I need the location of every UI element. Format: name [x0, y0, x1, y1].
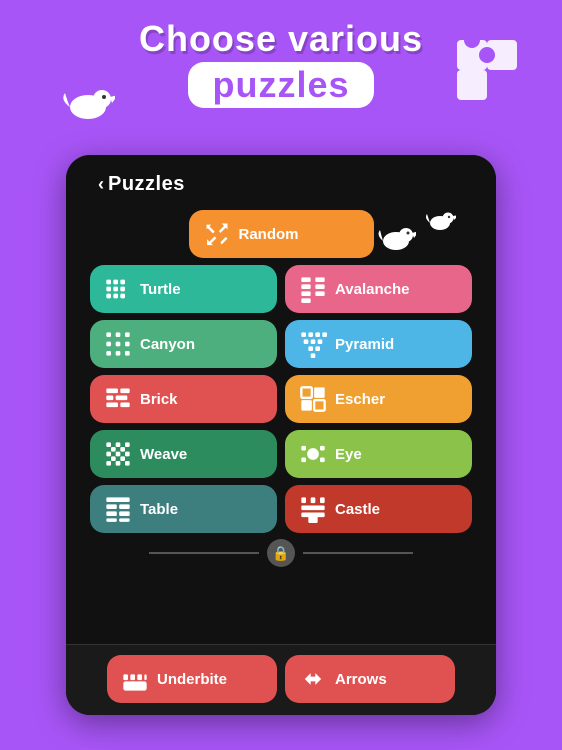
- puzzle-btn-pyramid[interactable]: Pyramid: [285, 320, 472, 368]
- puzzle-btn-underbite[interactable]: Underbite: [107, 655, 277, 703]
- pyramid-label: Pyramid: [335, 336, 394, 353]
- puzzle-row-5: Table Castle: [90, 485, 472, 533]
- random-label: Random: [239, 226, 299, 243]
- puzzle-row-4: Weave Eye: [90, 430, 472, 478]
- lock-line-right: [303, 552, 413, 554]
- puzzle-btn-eye[interactable]: Eye: [285, 430, 472, 478]
- turtle-icon: [104, 275, 132, 303]
- back-nav[interactable]: ‹ Puzzles: [82, 155, 480, 202]
- lock-line-left: [149, 552, 259, 554]
- puzzle-btn-castle[interactable]: Castle: [285, 485, 472, 533]
- header-section: Choose various puzzles: [0, 0, 562, 120]
- puzzle-btn-weave[interactable]: Weave: [90, 430, 277, 478]
- avalanche-icon: [299, 275, 327, 303]
- brick-icon: [104, 385, 132, 413]
- puzzle-btn-arrows[interactable]: Arrows: [285, 655, 455, 703]
- escher-icon: [299, 385, 327, 413]
- puzzle-btn-table[interactable]: Table: [90, 485, 277, 533]
- puzzle-btn-canyon[interactable]: Canyon: [90, 320, 277, 368]
- avalanche-label: Avalanche: [335, 281, 409, 298]
- canyon-icon: [104, 330, 132, 358]
- puzzle-btn-avalanche[interactable]: Avalanche: [285, 265, 472, 313]
- puzzle-row-1: Turtle Avalanche: [90, 265, 472, 313]
- castle-icon: [299, 495, 327, 523]
- eye-icon: [299, 440, 327, 468]
- puzzle-grid: Random: [82, 202, 480, 533]
- puzzle-row-2: Canyon: [90, 320, 472, 368]
- device-inner: ‹ Puzzles: [66, 155, 496, 715]
- castle-label: Castle: [335, 501, 380, 518]
- turtle-label: Turtle: [140, 281, 181, 298]
- underbite-icon: [121, 665, 149, 693]
- back-label: Puzzles: [108, 173, 185, 196]
- random-icon: [203, 220, 231, 248]
- table-icon: [104, 495, 132, 523]
- puzzle-row-3: Brick Escher: [90, 375, 472, 423]
- puzzle-btn-random[interactable]: Random: [189, 210, 374, 258]
- headline-line1: Choose various: [0, 18, 562, 60]
- eye-label: Eye: [335, 446, 362, 463]
- table-label: Table: [140, 501, 178, 518]
- lock-icon: 🔒: [267, 539, 295, 567]
- headline-line2: puzzles: [212, 64, 349, 105]
- arrows-label: Arrows: [335, 671, 387, 688]
- bottom-bar: Underbite Arrows: [66, 644, 496, 715]
- bird-inner-decoration-1: [376, 225, 416, 253]
- weave-icon: [104, 440, 132, 468]
- puzzle-btn-turtle[interactable]: Turtle: [90, 265, 277, 313]
- weave-label: Weave: [140, 446, 187, 463]
- lock-row: 🔒: [149, 533, 413, 571]
- puzzle-btn-brick[interactable]: Brick: [90, 375, 277, 423]
- puzzle-btn-escher[interactable]: Escher: [285, 375, 472, 423]
- headline-line2-wrap: puzzles: [188, 62, 373, 108]
- underbite-label: Underbite: [157, 671, 227, 688]
- device-frame: ‹ Puzzles: [66, 155, 496, 715]
- back-arrow-icon: ‹: [98, 174, 104, 195]
- canyon-label: Canyon: [140, 336, 195, 353]
- pyramid-icon: [299, 330, 327, 358]
- bird-inner-decoration-2: [424, 210, 456, 232]
- arrows-icon: [299, 665, 327, 693]
- brick-label: Brick: [140, 391, 178, 408]
- escher-label: Escher: [335, 391, 385, 408]
